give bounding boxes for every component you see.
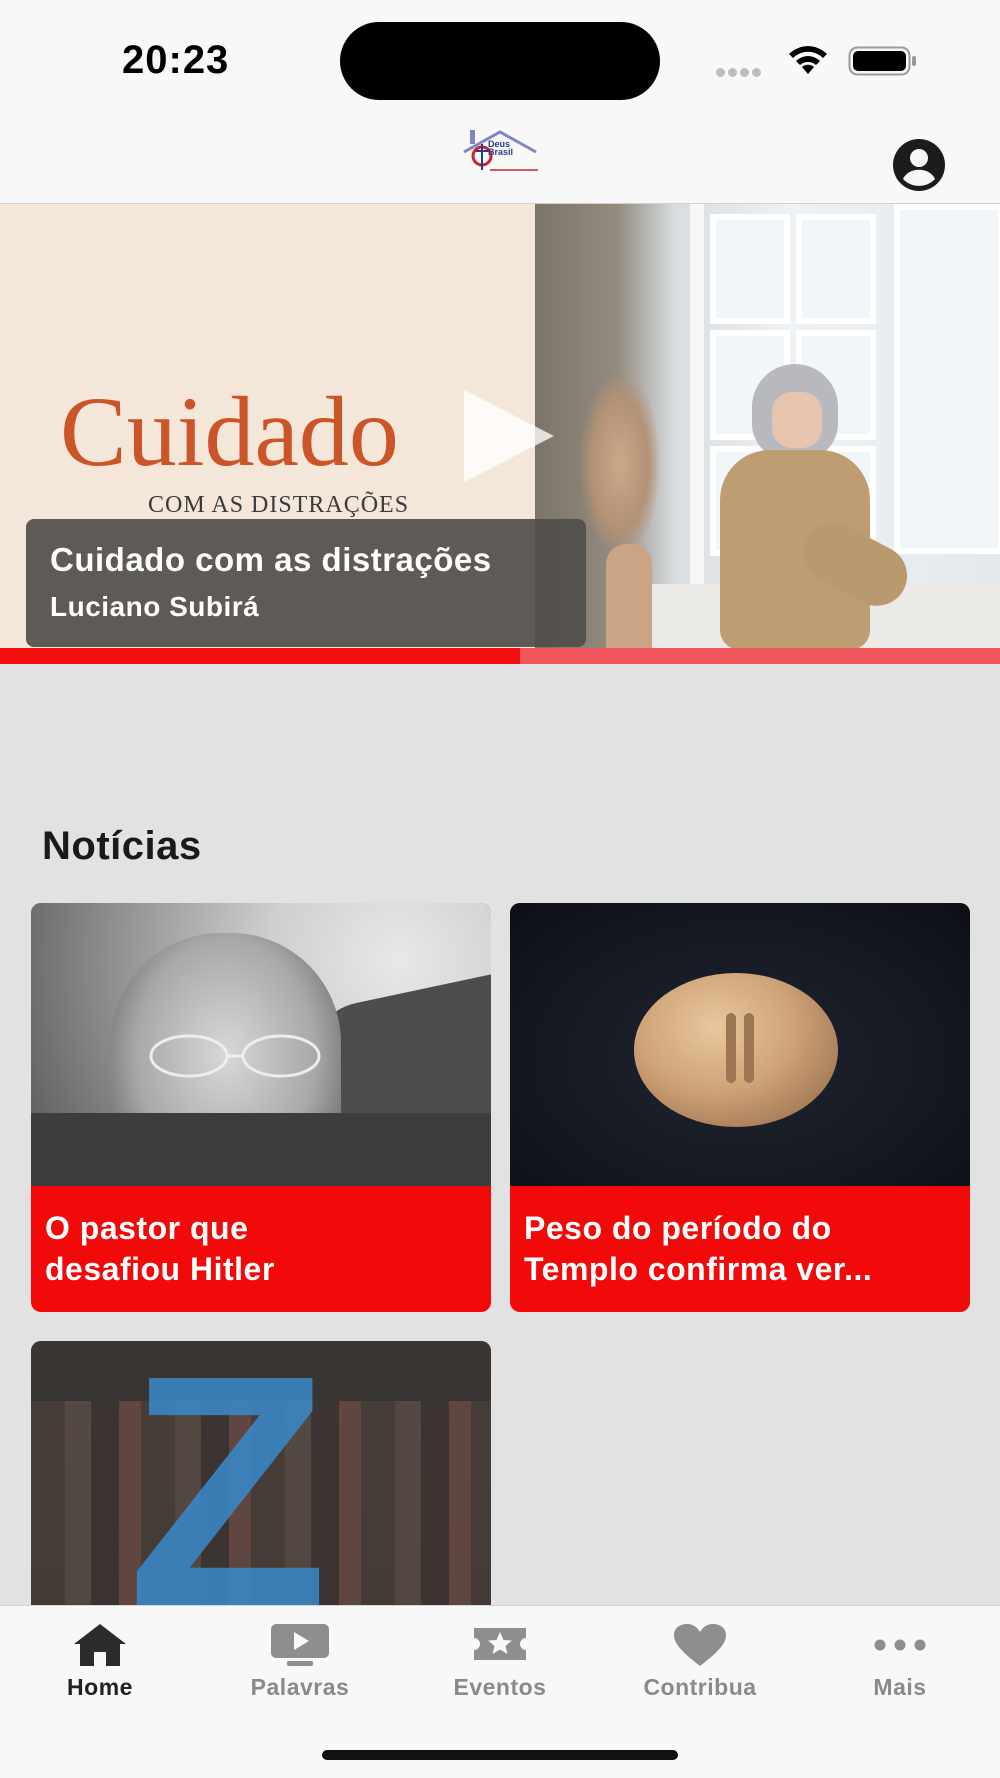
featured-video[interactable]: Cuidado COM AS DISTRAÇÕES Cuidado com as…: [0, 204, 1000, 664]
tab-label: Contribua: [643, 1674, 757, 1700]
video-author: Luciano Subirá: [50, 591, 260, 622]
news-card-title-line: O pastor que: [45, 1210, 249, 1246]
video-title: Cuidado com as distrações: [50, 541, 492, 578]
tab-home[interactable]: Home: [0, 1622, 200, 1722]
status-time: 20:23: [122, 38, 230, 82]
news-card-title-line: Peso do período do: [524, 1210, 832, 1246]
home-icon: [74, 1624, 126, 1666]
art-subtitle: COM AS DISTRAÇÕES: [148, 492, 410, 518]
news-card[interactable]: Peso do período do Templo confirma ver..…: [510, 903, 970, 1312]
status-bar: 20:23: [0, 0, 1000, 110]
app-header: Deus Brasil: [0, 110, 1000, 204]
tab-palavras[interactable]: Palavras: [200, 1622, 400, 1722]
tab-label: Eventos: [453, 1674, 547, 1700]
news-card-title: O pastor que desafiou Hitler: [31, 1186, 491, 1312]
brand-logo[interactable]: Deus Brasil: [460, 126, 540, 178]
more-icon: [874, 1639, 926, 1651]
tab-label: Home: [67, 1674, 133, 1700]
tab-label: Palavras: [250, 1674, 350, 1700]
tab-contribua[interactable]: Contribua: [600, 1622, 800, 1722]
battery-icon: [848, 46, 916, 76]
video-progress-fill: [0, 648, 520, 664]
video-caption: Cuidado com as distrações Luciano Subirá: [26, 519, 586, 647]
news-card-image: [510, 903, 970, 1186]
video-icon: [271, 1624, 329, 1666]
news-card-title: Peso do período do Templo confirma ver..…: [510, 1186, 970, 1312]
news-card-title-line: desafiou Hitler: [45, 1251, 275, 1287]
vase-decoration: [606, 544, 652, 664]
logo-line-2: Brasil: [488, 147, 514, 157]
dynamic-island: [340, 22, 660, 100]
news-card-title-line: Templo confirma ver...: [524, 1251, 873, 1287]
woman-reading-figure: [700, 364, 918, 654]
video-progress-bar[interactable]: [0, 648, 1000, 664]
news-card-image: [31, 903, 491, 1186]
news-card[interactable]: Z: [31, 1341, 491, 1605]
play-icon[interactable]: [458, 386, 558, 486]
pampas-decoration: [580, 374, 660, 554]
news-card[interactable]: O pastor que desafiou Hitler: [31, 903, 491, 1312]
tab-label: Mais: [873, 1674, 927, 1700]
ticket-star-icon: [474, 1628, 526, 1660]
wifi-icon: [789, 46, 827, 74]
tab-mais[interactable]: Mais: [800, 1622, 1000, 1722]
home-indicator: [322, 1750, 678, 1760]
tab-eventos[interactable]: Eventos: [400, 1622, 600, 1722]
heart-icon: [674, 1624, 726, 1666]
art-title: Cuidado: [60, 376, 399, 487]
cellular-signal-icon: [716, 64, 768, 77]
news-section-title: Notícias: [42, 824, 202, 868]
logo-text: Deus Brasil: [488, 140, 514, 157]
profile-icon[interactable]: [892, 138, 946, 192]
news-card-image: Z: [31, 1341, 491, 1605]
